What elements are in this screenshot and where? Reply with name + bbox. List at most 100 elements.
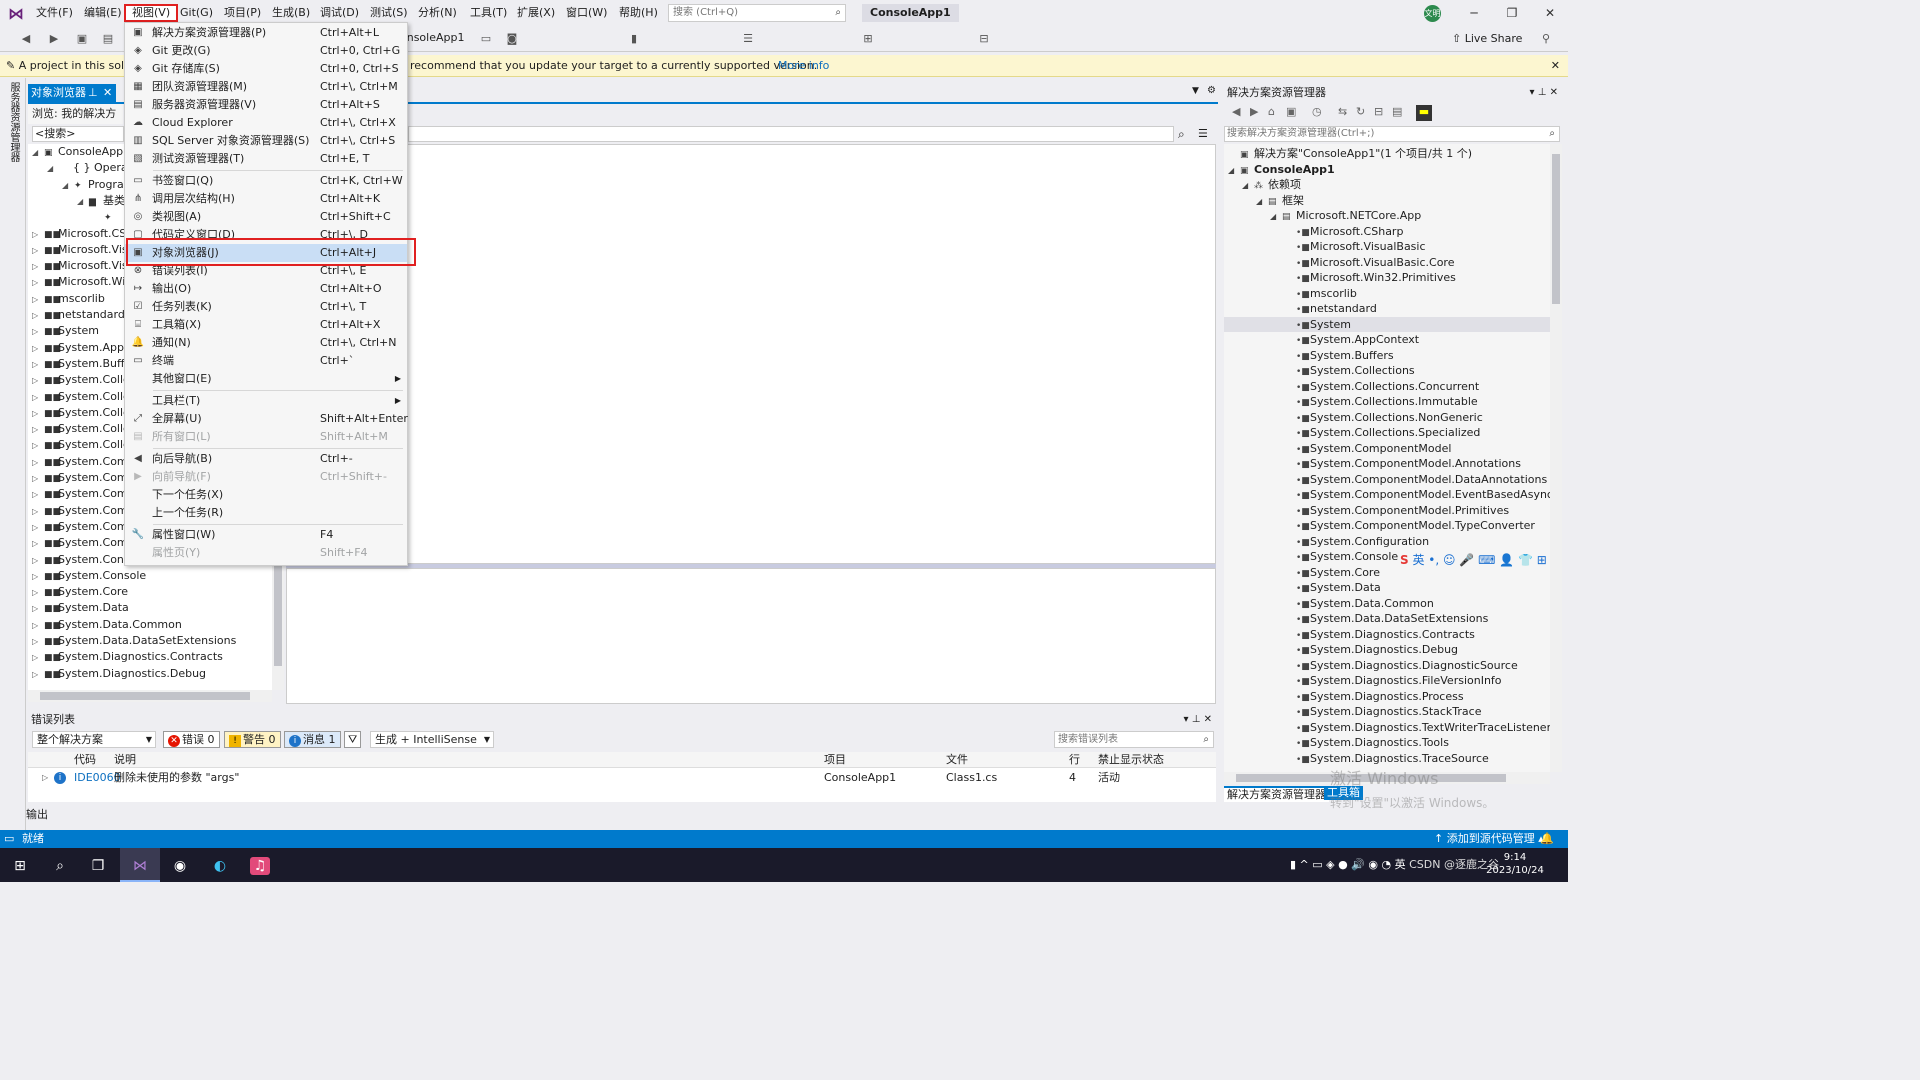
solution-tree-item[interactable]: •■System.ComponentModel xyxy=(1284,441,1451,456)
object-tree-item[interactable]: ▷ ■■System.Comp xyxy=(32,470,135,486)
solution-tree-item[interactable]: •■System.Collections.Concurrent xyxy=(1284,379,1479,394)
view-menu-item-工具箱[interactable]: ⌸ 工具箱(X) Ctrl+Alt+X xyxy=(125,316,407,334)
view-menu-item-下一个任务[interactable]: 下一个任务(X) xyxy=(125,486,407,504)
build-filter-select[interactable]: 生成 + IntelliSense ▼ xyxy=(370,731,494,748)
expand-arrow-icon[interactable]: ▷ xyxy=(32,292,44,308)
refresh-icon[interactable]: ↻ xyxy=(1356,105,1365,118)
solution-tree-item[interactable]: ◢ ▣ ConsoleApp1 xyxy=(1228,162,1335,177)
tab-solution-explorer[interactable]: 解决方案资源管理器 xyxy=(1224,786,1329,802)
menu-item-11[interactable]: 窗口(W) xyxy=(560,4,613,22)
object-tree-item[interactable]: ✦ xyxy=(92,209,118,225)
taskbar-clock[interactable]: 9:14 2023/10/24 xyxy=(1485,851,1545,877)
view-menu-item-其他窗口[interactable]: 其他窗口(E) ▶ xyxy=(125,370,407,388)
view-menu-item-任务列表[interactable]: ☑ 任务列表(K) Ctrl+\, T xyxy=(125,298,407,316)
object-tree-item[interactable]: ▷ ■■System.Data xyxy=(32,600,129,616)
object-browser-tab[interactable]: 对象浏览器 ⊥ ✕ xyxy=(28,84,116,102)
object-tree-item[interactable]: ▷ ■■System.Data.DataSetExtensions xyxy=(32,633,236,649)
object-tree-item[interactable]: ▷ ■■netstandard xyxy=(32,307,125,323)
expand-arrow-icon[interactable]: ◢ xyxy=(1242,178,1254,193)
forward-icon[interactable]: ▶ xyxy=(1250,105,1258,118)
expand-arrow-icon[interactable]: ▷ xyxy=(32,390,44,406)
expand-arrow-icon[interactable]: ▷ xyxy=(32,487,44,503)
system-tray[interactable]: ▮ ^ ▭ ◈ ● 🔊 ◉ ◔ 英 CSDN @逐鹿之谷 xyxy=(1290,856,1499,874)
solution-tree-item[interactable]: •■System.ComponentModel.Primitives xyxy=(1284,503,1509,518)
expand-arrow-icon[interactable]: ▷ xyxy=(32,601,44,617)
expand-arrow-icon[interactable]: ▷ xyxy=(32,634,44,650)
solution-tree-item[interactable]: •■System.Collections xyxy=(1284,363,1415,378)
solution-tree-item[interactable]: •■mscorlib xyxy=(1284,286,1357,301)
object-tree-hscrollbar[interactable] xyxy=(28,690,272,702)
settings-icon[interactable]: ☰ xyxy=(1198,127,1208,140)
view-menu-item-属性窗口[interactable]: 🔧 属性窗口(W) F4 xyxy=(125,526,407,544)
solution-tree-item[interactable]: •■System.Collections.NonGeneric xyxy=(1284,410,1483,425)
view-menu-item-sql-server-对象资源管理器[interactable]: ▥ SQL Server 对象资源管理器(S) Ctrl+\, Ctrl+S xyxy=(125,132,407,150)
switch-views-icon[interactable]: ▣ xyxy=(1286,105,1296,118)
expand-arrow-icon[interactable]: ▷ xyxy=(32,406,44,422)
solution-tree-item[interactable]: ◢ ⁂ 依赖项 xyxy=(1242,177,1301,192)
solution-tree-item[interactable]: •■Microsoft.Win32.Primitives xyxy=(1284,270,1456,285)
menu-item-4[interactable]: 项目(P) xyxy=(218,4,267,22)
expand-arrow-icon[interactable]: ▷ xyxy=(32,569,44,585)
home-icon[interactable]: ⌂ xyxy=(1268,105,1275,118)
solution-tree-item[interactable]: ◢ ▤ Microsoft.NETCore.App xyxy=(1270,208,1421,223)
col-line[interactable]: 行 xyxy=(1069,752,1080,768)
source-control-button[interactable]: ↑ 添加到源代码管理 ▴ xyxy=(1434,830,1544,848)
minimize-button[interactable]: ─ xyxy=(1456,2,1492,24)
col-code[interactable]: 代码 xyxy=(74,752,96,768)
menu-item-7[interactable]: 测试(S) xyxy=(364,4,414,22)
solution-tree-item[interactable]: •■System.Diagnostics.FileVersionInfo xyxy=(1284,673,1502,688)
object-browser-search-input[interactable]: <搜索> xyxy=(32,126,124,142)
menu-item-0[interactable]: 文件(F) xyxy=(30,4,79,22)
dropdown-icon[interactable]: ▼ xyxy=(1192,86,1199,96)
menu-item-12[interactable]: 帮助(H) xyxy=(613,4,664,22)
view-menu-item-git-存储库[interactable]: ◈ Git 存储库(S) Ctrl+0, Ctrl+S xyxy=(125,60,407,78)
solution-tree-item[interactable]: •■Microsoft.VisualBasic.Core xyxy=(1284,255,1454,270)
format-icon[interactable]: ⊟ xyxy=(976,31,992,47)
solution-tree-item[interactable]: •■Microsoft.VisualBasic xyxy=(1284,239,1426,254)
expand-arrow-icon[interactable]: ▷ xyxy=(32,243,44,259)
expand-arrow-icon[interactable]: ▷ xyxy=(32,667,44,683)
object-tree-item[interactable]: ▷ ■■System.Buffer xyxy=(32,356,136,372)
media-app-icon[interactable]: ♫ xyxy=(250,857,270,875)
expand-arrow-icon[interactable]: ▷ xyxy=(32,455,44,471)
error-search-input[interactable]: 搜索错误列表 ⌕ xyxy=(1054,731,1214,748)
solution-tree-item[interactable]: •■System.Configuration xyxy=(1284,534,1429,549)
view-menu-item-团队资源管理器[interactable]: ▦ 团队资源管理器(M) Ctrl+\, Ctrl+M xyxy=(125,78,407,96)
view-menu-item-上一个任务[interactable]: 上一个任务(R) xyxy=(125,504,407,522)
windows-start-icon[interactable]: ⊞ xyxy=(10,857,30,875)
back-icon[interactable]: ◀ xyxy=(18,31,34,47)
col-file[interactable]: 文件 xyxy=(946,752,968,768)
task-view-icon[interactable]: ❐ xyxy=(88,857,108,875)
expand-arrow-icon[interactable]: ◢ xyxy=(1228,163,1240,178)
feedback-icon[interactable]: ⚲ xyxy=(1538,31,1554,47)
preview-icon[interactable]: ▬ xyxy=(1416,105,1432,121)
account-avatar[interactable]: 文明 xyxy=(1424,5,1441,22)
view-menu-item-向后导航[interactable]: ◀ 向后导航(B) Ctrl+- xyxy=(125,450,407,468)
expand-arrow-icon[interactable]: ▷ xyxy=(32,650,44,666)
solution-tree-item[interactable]: •■System.Diagnostics.TextWriterTraceList… xyxy=(1284,720,1550,735)
expand-arrow-icon[interactable]: ▷ xyxy=(42,770,48,786)
solution-tree-item[interactable]: ▣ 解决方案"ConsoleApp1"(1 个项目/共 1 个) xyxy=(1228,146,1472,161)
solution-tree-item[interactable]: •■System.Buffers xyxy=(1284,348,1394,363)
solution-tree-item[interactable]: •■System.ComponentModel.Annotations xyxy=(1284,456,1521,471)
solution-tree-item[interactable]: •■System xyxy=(1224,316,1550,332)
messages-filter-button[interactable]: i 消息 1 xyxy=(284,731,341,748)
bookmark-icon[interactable]: ▮ xyxy=(626,31,642,47)
close-icon[interactable]: ✕ xyxy=(1551,55,1560,77)
menu-item-2[interactable]: 视图(V) xyxy=(124,4,179,22)
filter-toggle-button[interactable]: ⛛ xyxy=(344,731,362,748)
errors-filter-button[interactable]: ✕ 错误 0 xyxy=(163,731,220,748)
edge-browser-icon[interactable]: ◐ xyxy=(210,857,230,875)
solution-tree-item[interactable]: •■System.ComponentModel.EventBasedAsync xyxy=(1284,487,1550,502)
panel-controls-icon[interactable]: ▾ ⊥ ✕ xyxy=(1530,84,1558,102)
solution-tree-item[interactable]: •■System.Collections.Specialized xyxy=(1284,425,1480,440)
search-icon[interactable]: ⌕ xyxy=(1178,127,1185,142)
view-menu-item-通知[interactable]: 🔔 通知(N) Ctrl+\, Ctrl+N xyxy=(125,334,407,352)
solution-tree-item[interactable]: •■System.Data.DataSetExtensions xyxy=(1284,611,1488,626)
server-explorer-tab[interactable]: 服务器资源管理器 xyxy=(6,82,21,162)
solution-tree-vscrollbar[interactable] xyxy=(1550,144,1562,772)
solution-tree-item[interactable]: •■System.Core xyxy=(1284,565,1380,580)
expand-arrow-icon[interactable]: ◢ xyxy=(32,145,44,161)
gear-icon[interactable]: ⚙ xyxy=(1207,85,1216,96)
solution-tree-item[interactable]: •■System.Diagnostics.Contracts xyxy=(1284,627,1475,642)
